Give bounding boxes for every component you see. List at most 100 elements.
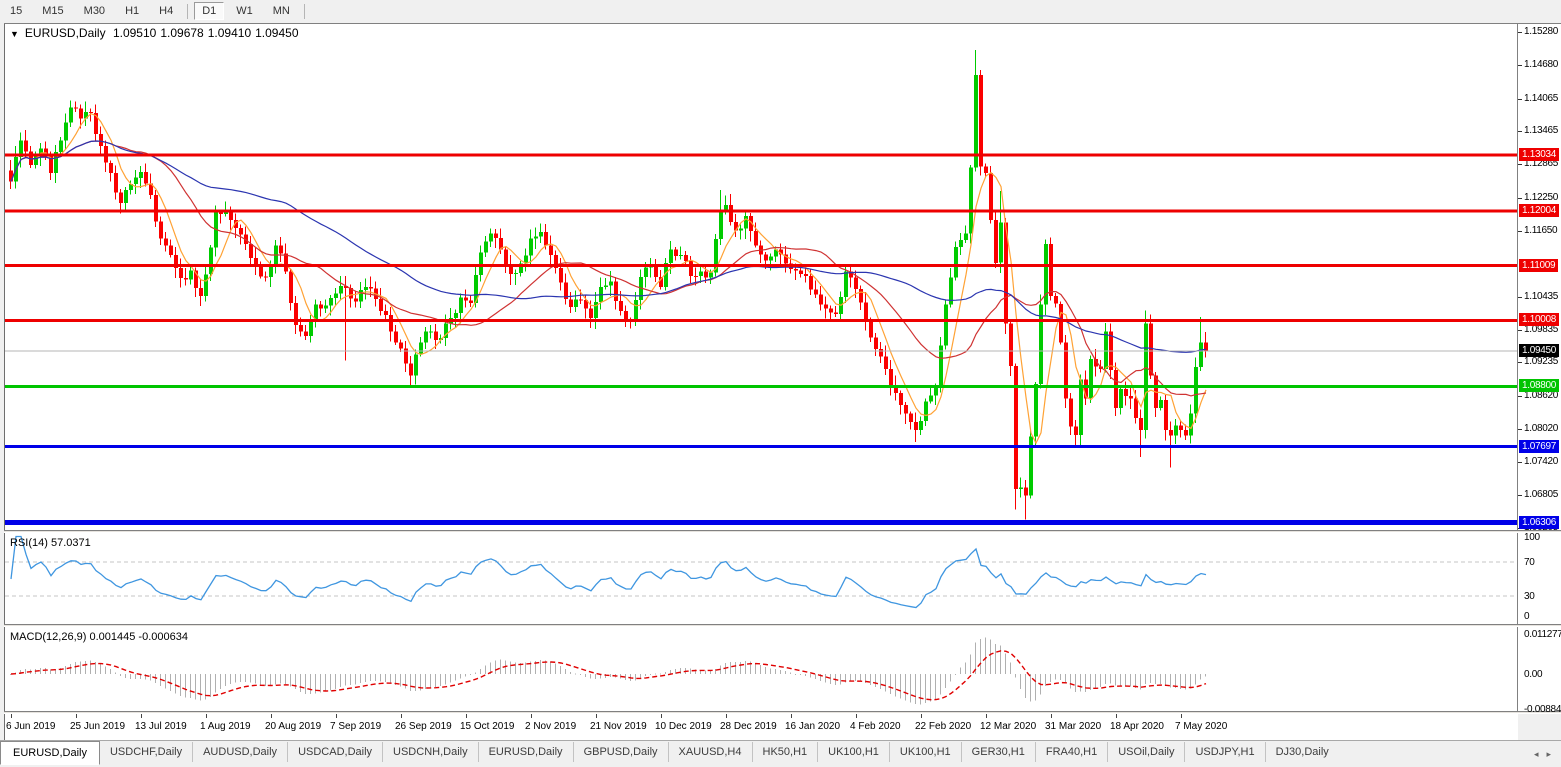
date-label: 28 Dec 2019 — [720, 721, 777, 732]
date-axis[interactable]: 6 Jun 201925 Jun 201913 Jul 20191 Aug 20… — [5, 714, 1518, 740]
date-label: 10 Dec 2019 — [655, 721, 712, 732]
tab-usoil-daily[interactable]: USOil,Daily — [1107, 742, 1184, 762]
price-axis-border — [1517, 24, 1518, 713]
timeframe-button-h4[interactable]: H4 — [151, 2, 181, 20]
rsi-tick-label: 30 — [1524, 591, 1535, 602]
tab-audusd-daily[interactable]: AUDUSD,Daily — [192, 742, 287, 762]
candlestick-chart-canvas[interactable] — [5, 24, 1517, 530]
rsi-label: RSI(14) 57.0371 — [10, 537, 91, 549]
rsi-tick-label: 0 — [1524, 611, 1529, 622]
ohlc-close: 1.09450 — [255, 26, 298, 40]
date-label: 25 Jun 2019 — [70, 721, 125, 732]
tab-fra40-h1[interactable]: FRA40,H1 — [1035, 742, 1107, 762]
price-level-badge: 1.10008 — [1519, 313, 1559, 326]
date-label: 26 Sep 2019 — [395, 721, 452, 732]
price-tick-label: 1.07420 — [1524, 456, 1558, 467]
price-tick-label: 1.11650 — [1524, 225, 1557, 236]
date-label: 21 Nov 2019 — [590, 721, 647, 732]
rsi-indicator-canvas[interactable] — [5, 533, 1517, 624]
tab-usdcad-daily[interactable]: USDCAD,Daily — [287, 742, 382, 762]
tab-uk100-h1[interactable]: UK100,H1 — [889, 742, 961, 762]
price-tick-mark — [1518, 396, 1522, 397]
tab-gbpusd-daily[interactable]: GBPUSD,Daily — [573, 742, 668, 762]
date-tick-mark — [986, 714, 987, 718]
date-label: 12 Mar 2020 — [980, 721, 1036, 732]
timeframe-button-mn[interactable]: MN — [265, 2, 298, 20]
macd-indicator-canvas[interactable] — [5, 627, 1517, 713]
tab-ger30-h1[interactable]: GER30,H1 — [961, 742, 1035, 762]
price-tick-mark — [1518, 32, 1522, 33]
price-tick-label: 1.14680 — [1524, 59, 1558, 70]
date-label: 31 Mar 2020 — [1045, 721, 1101, 732]
tab-eurusd-daily[interactable]: EURUSD,Daily — [0, 741, 100, 765]
date-tick-mark — [11, 714, 12, 718]
price-tick-label: 1.08020 — [1524, 423, 1558, 434]
date-tick-mark — [76, 714, 77, 718]
ohlc-open: 1.09510 — [113, 26, 156, 40]
date-label: 20 Aug 2019 — [265, 721, 321, 732]
price-tick-mark — [1518, 495, 1522, 496]
ohlc-low: 1.09410 — [208, 26, 251, 40]
date-label: 7 Sep 2019 — [330, 721, 381, 732]
date-tick-mark — [856, 714, 857, 718]
pane-separator[interactable] — [4, 624, 1561, 627]
date-tick-mark — [726, 714, 727, 718]
timeframe-button-w1[interactable]: W1 — [228, 2, 261, 20]
tab-usdjpy-h1[interactable]: USDJPY,H1 — [1184, 742, 1264, 762]
date-label: 18 Apr 2020 — [1110, 721, 1164, 732]
tab-dj30-daily[interactable]: DJ30,Daily — [1265, 742, 1339, 762]
chart-title: ▼EURUSD,Daily 1.095101.096781.094101.094… — [10, 26, 303, 40]
price-tick-mark — [1518, 65, 1522, 66]
tab-scroll-right-icon[interactable]: ▸ — [1546, 749, 1551, 760]
date-tick-mark — [141, 714, 142, 718]
current-price-badge: 1.09450 — [1519, 344, 1559, 357]
price-level-badge: 1.08800 — [1519, 379, 1559, 392]
date-label: 15 Oct 2019 — [460, 721, 514, 732]
macd-tick-label: -0.008845 — [1524, 704, 1561, 715]
price-tick-label: 1.15280 — [1524, 26, 1558, 37]
toolbar-separator — [304, 4, 305, 19]
price-tick-mark — [1518, 231, 1522, 232]
toolbar-separator — [187, 4, 188, 19]
date-tick-mark — [271, 714, 272, 718]
date-tick-mark — [661, 714, 662, 718]
date-tick-mark — [596, 714, 597, 718]
timeframe-button-m30[interactable]: M30 — [76, 2, 113, 20]
price-tick-mark — [1518, 99, 1522, 100]
date-label: 1 Aug 2019 — [200, 721, 251, 732]
price-level-badge: 1.12004 — [1519, 204, 1559, 217]
tab-xauusd-h4[interactable]: XAUUSD,H4 — [668, 742, 752, 762]
rsi-tick-label: 70 — [1524, 557, 1535, 568]
pane-separator[interactable] — [4, 530, 1561, 533]
date-label: 16 Jan 2020 — [785, 721, 840, 732]
timeframe-button-15[interactable]: 15 — [2, 2, 30, 20]
date-label: 22 Feb 2020 — [915, 721, 971, 732]
tab-scroll-left-icon[interactable]: ◂ — [1534, 749, 1539, 760]
price-level-badge: 1.06306 — [1519, 516, 1559, 529]
price-tick-mark — [1518, 462, 1522, 463]
price-tick-mark — [1518, 297, 1522, 298]
macd-tick-label: 0.011277 — [1524, 629, 1561, 640]
timeframe-button-d1[interactable]: D1 — [194, 2, 224, 20]
date-tick-mark — [921, 714, 922, 718]
timeframe-button-m15[interactable]: M15 — [34, 2, 71, 20]
price-level-badge: 1.13034 — [1519, 148, 1559, 161]
price-level-badge: 1.07697 — [1519, 440, 1559, 453]
price-tick-mark — [1518, 164, 1522, 165]
rsi-tick-label: 100 — [1524, 532, 1540, 543]
macd-tick-label: 0.00 — [1524, 669, 1542, 680]
price-tick-mark — [1518, 131, 1522, 132]
price-level-badge: 1.11009 — [1519, 259, 1558, 272]
tab-usdchf-daily[interactable]: USDCHF,Daily — [100, 742, 192, 762]
tab-eurusd-daily[interactable]: EURUSD,Daily — [478, 742, 573, 762]
chart-dropdown-icon[interactable]: ▼ — [10, 29, 19, 39]
tab-scroll-controls: ◂▸ — [1534, 741, 1561, 767]
price-tick-mark — [1518, 198, 1522, 199]
tab-hk50-h1[interactable]: HK50,H1 — [752, 742, 818, 762]
timeframe-button-h1[interactable]: H1 — [117, 2, 147, 20]
price-tick-label: 1.06805 — [1524, 489, 1558, 500]
tab-usdcnh-daily[interactable]: USDCNH,Daily — [382, 742, 478, 762]
date-tick-mark — [1116, 714, 1117, 718]
date-tick-mark — [531, 714, 532, 718]
tab-uk100-h1[interactable]: UK100,H1 — [817, 742, 889, 762]
